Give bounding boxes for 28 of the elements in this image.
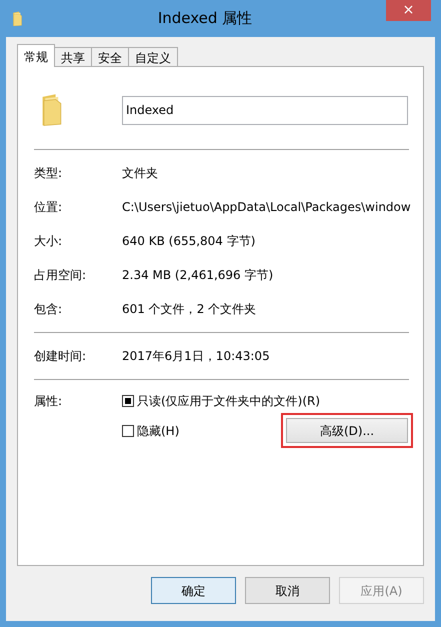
property-value: 文件夹 (122, 165, 158, 182)
advanced-button[interactable]: 高级(D)... (286, 418, 408, 443)
property-value: 2.34 MB (2,461,696 字节) (122, 267, 274, 284)
property-label: 包含: (34, 301, 64, 318)
dialog-button[interactable]: 确定 (151, 577, 236, 604)
close-button[interactable]: × (386, 0, 431, 21)
tab[interactable]: 常规 (17, 44, 55, 67)
property-value: C:\Users\jietuo\AppData\Local\Packages\window (122, 199, 411, 216)
checkbox[interactable] (122, 424, 134, 436)
folder-icon (12, 10, 24, 26)
property-label: 大小: (34, 233, 64, 250)
name-field[interactable]: Indexed (122, 96, 408, 124)
dialog-button[interactable]: 取消 (245, 577, 330, 604)
checkbox[interactable] (122, 395, 134, 407)
tab[interactable]: 共享 (54, 47, 92, 67)
property-value: 2017年6月1日，10:43:05 (122, 348, 270, 365)
property-value: 601 个文件，2 个文件夹 (122, 301, 256, 318)
property-label: 类型: (34, 165, 64, 182)
checkbox-label[interactable]: 只读(仅应用于文件夹中的文件)(R) (137, 392, 320, 410)
tab[interactable]: 安全 (91, 47, 129, 67)
tab[interactable]: 自定义 (128, 47, 178, 67)
property-label: 创建时间: (34, 348, 88, 365)
property-label: 位置: (34, 199, 64, 216)
checkbox-label[interactable]: 隐藏(H) (137, 422, 180, 440)
property-value: 640 KB (655,804 字节) (122, 233, 256, 250)
window-title: Indexed 属性 (156, 8, 254, 30)
property-label: 占用空间: (34, 267, 88, 284)
property-label: 属性: (34, 393, 64, 410)
